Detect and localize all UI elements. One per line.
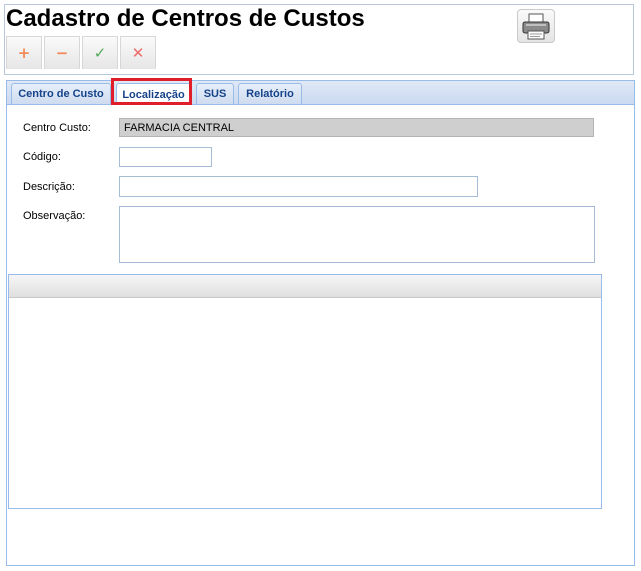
centro-custo-label: Centro Custo: [23, 122, 91, 134]
add-button[interactable]: + [6, 36, 42, 69]
page-title: Cadastro de Centros de Custos [6, 5, 365, 32]
descricao-input[interactable] [119, 176, 478, 197]
check-icon: ✓ [93, 44, 107, 62]
descricao-label: Descrição: [23, 181, 75, 193]
tab-sus[interactable]: SUS [196, 83, 234, 104]
tab-centro-de-custo[interactable]: Centro de Custo [11, 83, 111, 104]
print-button[interactable] [517, 9, 555, 43]
codigo-input[interactable] [119, 147, 212, 167]
codigo-label: Código: [23, 151, 61, 163]
add-icon: + [17, 44, 31, 62]
confirm-button[interactable]: ✓ [82, 36, 118, 69]
observacao-label: Observação: [23, 210, 86, 222]
cancel-icon: ✕ [131, 44, 145, 62]
printer-icon [522, 13, 550, 40]
tab-strip: Centro de Custo Localização SUS Relatóri… [7, 81, 634, 105]
cancel-button[interactable]: ✕ [120, 36, 156, 69]
centro-custo-field: FARMACIA CENTRAL [119, 118, 594, 137]
remove-button[interactable]: − [44, 36, 80, 69]
remove-icon: − [55, 44, 69, 62]
tab-highlight-box [111, 78, 192, 105]
location-grid [8, 274, 602, 509]
tab-relatorio[interactable]: Relatório [238, 83, 302, 104]
toolbar: + − ✓ ✕ [6, 36, 158, 70]
observacao-textarea[interactable] [119, 206, 595, 263]
grid-header [9, 275, 601, 298]
